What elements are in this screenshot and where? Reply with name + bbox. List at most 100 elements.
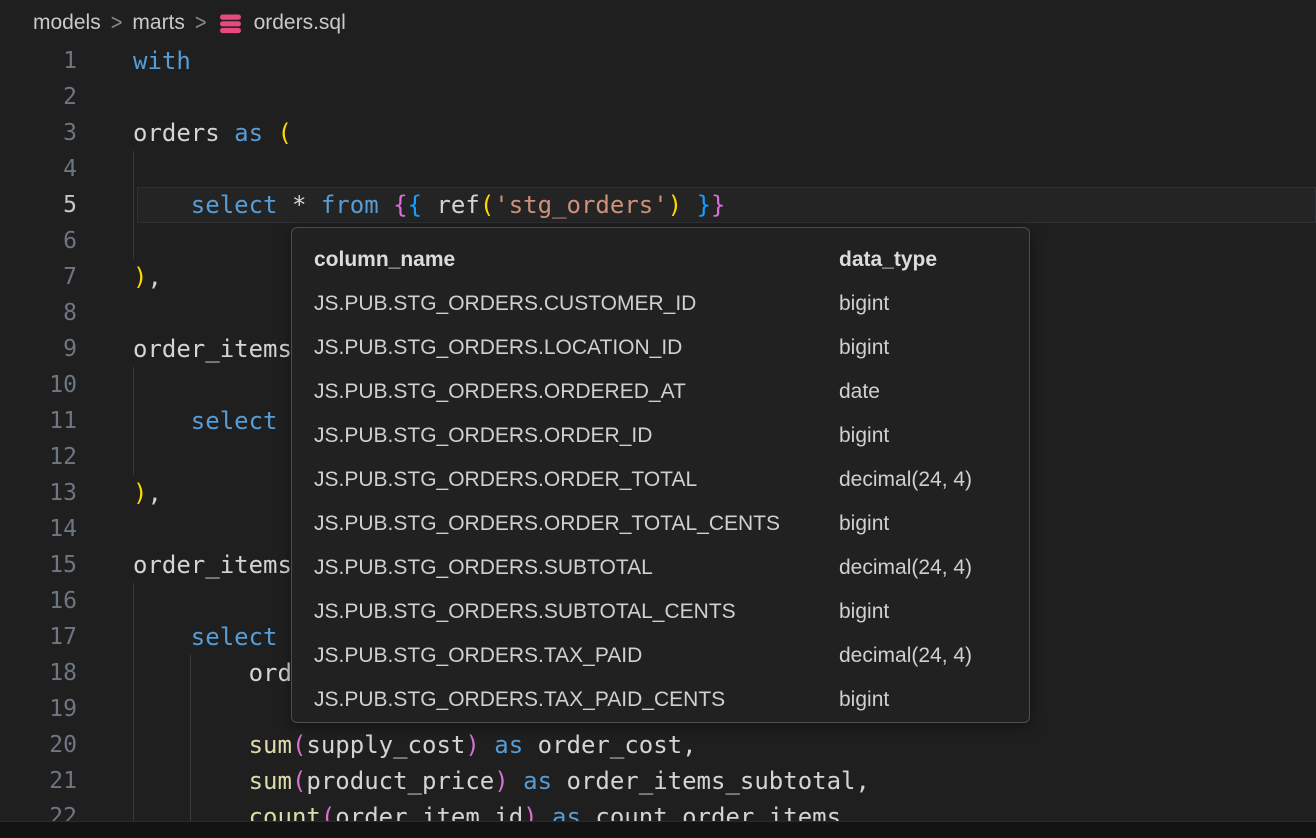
- line-number[interactable]: 16: [0, 583, 77, 619]
- column-name-cell: JS.PUB.STG_ORDERS.ORDER_TOTAL_CENTS: [314, 502, 839, 546]
- line-number[interactable]: 10: [0, 367, 77, 403]
- code-token: [509, 767, 523, 795]
- line-number[interactable]: 22: [0, 799, 77, 822]
- column-name-cell: JS.PUB.STG_ORDERS.ORDERED_AT: [314, 370, 839, 414]
- code-token: ,: [147, 479, 161, 507]
- code-line[interactable]: 22 count(order_item_id) as count_order_i…: [0, 799, 1316, 822]
- code-token: select: [191, 407, 278, 435]
- code-token: {: [408, 191, 422, 219]
- schema-column-row: JS.PUB.STG_ORDERS.ORDER_TOTALdecimal(24,…: [314, 458, 1029, 502]
- code-token: [133, 623, 191, 651]
- chevron-right-icon: >: [195, 10, 207, 36]
- code-line[interactable]: 1 with: [0, 43, 1316, 79]
- data-type-cell: decimal(24, 4): [839, 546, 972, 590]
- code-line[interactable]: 4: [0, 151, 1316, 187]
- schema-column-row: JS.PUB.STG_ORDERS.TAX_PAIDdecimal(24, 4): [314, 634, 1029, 678]
- schema-column-row: JS.PUB.STG_ORDERS.ORDER_TOTAL_CENTSbigin…: [314, 502, 1029, 546]
- line-number[interactable]: 12: [0, 439, 77, 475]
- line-number[interactable]: 13: [0, 475, 77, 511]
- line-number[interactable]: 11: [0, 403, 77, 439]
- line-number[interactable]: 5: [0, 187, 77, 223]
- code-line-text: count(order_item_id) as count_order_item…: [133, 799, 841, 822]
- breadcrumb-item-file[interactable]: orders.sql: [254, 11, 346, 35]
- column-name-cell: JS.PUB.STG_ORDERS.ORDER_ID: [314, 414, 839, 458]
- code-token: ,: [147, 263, 161, 291]
- editor-window: models > marts > orders.sql 1 with 23 order…: [0, 0, 1316, 838]
- code-line[interactable]: 20 sum(supply_cost) as order_cost,: [0, 727, 1316, 763]
- database-icon: [219, 12, 242, 35]
- code-token: ord: [133, 659, 292, 687]
- code-token: as: [523, 767, 552, 795]
- line-number[interactable]: 20: [0, 727, 77, 763]
- hover-schema-popup: column_name data_type JS.PUB.STG_ORDERS.…: [291, 227, 1030, 723]
- popup-header-row: column_name data_type: [314, 238, 1029, 282]
- column-name-cell: JS.PUB.STG_ORDERS.ORDER_TOTAL: [314, 458, 839, 502]
- bottom-panel-edge: [0, 821, 1316, 838]
- column-name-cell: JS.PUB.STG_ORDERS.SUBTOTAL: [314, 546, 839, 590]
- code-line-text: ord: [133, 655, 292, 691]
- code-token: [682, 191, 696, 219]
- code-line[interactable]: 21 sum(product_price) as order_items_sub…: [0, 763, 1316, 799]
- code-token: [133, 803, 249, 822]
- schema-column-row: JS.PUB.STG_ORDERS.SUBTOTALdecimal(24, 4): [314, 546, 1029, 590]
- code-line-text: select: [133, 403, 278, 439]
- schema-column-row: JS.PUB.STG_ORDERS.SUBTOTAL_CENTSbigint: [314, 590, 1029, 634]
- code-token: from: [321, 191, 379, 219]
- line-number[interactable]: 9: [0, 331, 77, 367]
- line-number[interactable]: 17: [0, 619, 77, 655]
- code-token: [133, 731, 249, 759]
- code-line[interactable]: 2: [0, 79, 1316, 115]
- code-line-text: ),: [133, 259, 162, 295]
- code-token: {: [393, 191, 407, 219]
- breadcrumb-item-marts[interactable]: marts: [132, 11, 185, 35]
- code-token: ): [465, 731, 479, 759]
- code-token: ): [133, 479, 147, 507]
- schema-column-row: JS.PUB.STG_ORDERS.CUSTOMER_IDbigint: [314, 282, 1029, 326]
- code-token: product_price: [306, 767, 494, 795]
- code-line-text: with: [133, 43, 191, 79]
- line-number[interactable]: 2: [0, 79, 77, 115]
- line-number[interactable]: 6: [0, 223, 77, 259]
- code-token: (: [292, 767, 306, 795]
- code-line[interactable]: 3orders as (: [0, 115, 1316, 151]
- code-line-text: order_items: [133, 331, 292, 367]
- schema-column-row: JS.PUB.STG_ORDERS.ORDERED_ATdate: [314, 370, 1029, 414]
- indent-guide: [133, 151, 134, 187]
- breadcrumb-item-models[interactable]: models: [33, 11, 101, 35]
- code-token: [263, 119, 277, 147]
- line-number[interactable]: 15: [0, 547, 77, 583]
- code-token: as: [494, 731, 523, 759]
- line-number[interactable]: 14: [0, 511, 77, 547]
- code-token: (: [278, 119, 292, 147]
- breadcrumb: models > marts > orders.sql: [0, 0, 1316, 46]
- schema-column-row: JS.PUB.STG_ORDERS.TAX_PAID_CENTSbigint: [314, 678, 1029, 722]
- data-type-cell: date: [839, 370, 880, 414]
- code-token: [480, 731, 494, 759]
- code-token: sum: [249, 731, 292, 759]
- indent-guide: [133, 583, 134, 619]
- line-number[interactable]: 19: [0, 691, 77, 727]
- indent-guide: [190, 691, 191, 727]
- code-token: as: [552, 803, 581, 822]
- code-line-text: ),: [133, 475, 162, 511]
- code-token: ): [133, 263, 147, 291]
- indent-guide: [133, 691, 134, 727]
- code-token: order_items: [133, 551, 292, 579]
- line-number[interactable]: 8: [0, 295, 77, 331]
- schema-column-row: JS.PUB.STG_ORDERS.ORDER_IDbigint: [314, 414, 1029, 458]
- code-token: order_cost,: [523, 731, 696, 759]
- line-number[interactable]: 3: [0, 115, 77, 151]
- code-token: orders: [133, 119, 234, 147]
- line-number[interactable]: 18: [0, 655, 77, 691]
- line-number[interactable]: 21: [0, 763, 77, 799]
- line-number[interactable]: 4: [0, 151, 77, 187]
- data-type-header: data_type: [839, 238, 937, 282]
- line-number[interactable]: 1: [0, 43, 77, 79]
- code-token: order_items: [133, 335, 292, 363]
- column-name-cell: JS.PUB.STG_ORDERS.SUBTOTAL_CENTS: [314, 590, 839, 634]
- column-name-cell: JS.PUB.STG_ORDERS.TAX_PAID: [314, 634, 839, 678]
- code-token: ): [523, 803, 537, 822]
- line-number[interactable]: 7: [0, 259, 77, 295]
- code-line[interactable]: 5 select * from {{ ref('stg_orders') }}: [0, 187, 1316, 223]
- code-token: [133, 191, 191, 219]
